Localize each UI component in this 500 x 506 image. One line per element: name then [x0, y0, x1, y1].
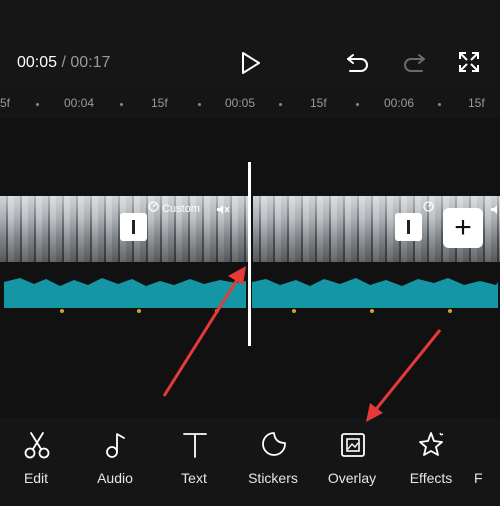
annotation-arrows [162, 266, 442, 422]
